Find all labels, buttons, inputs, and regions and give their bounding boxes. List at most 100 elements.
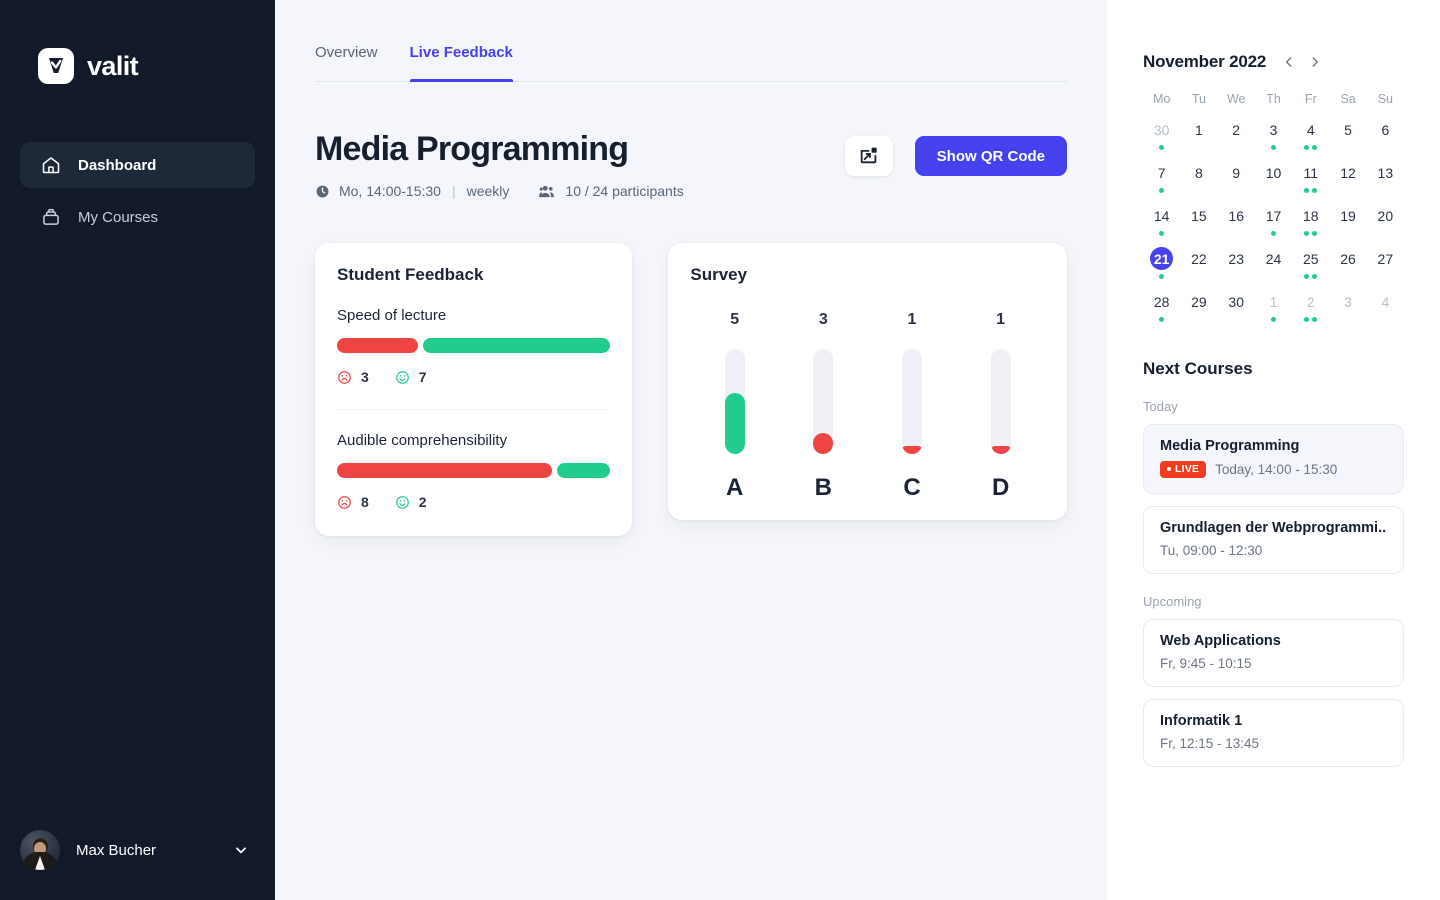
calendar-day[interactable]: 27 — [1374, 247, 1397, 270]
calendar-cell[interactable]: 19 — [1329, 204, 1366, 247]
calendar-cell[interactable]: 14 — [1143, 204, 1180, 247]
right-panel: November 2022 Mo Tu We Th Fr Sa Su 30 1 2 3 4 5 6 7 8 9 1… — [1107, 0, 1440, 900]
calendar-day[interactable]: 17 — [1262, 204, 1285, 227]
calendar-day[interactable]: 4 — [1299, 118, 1322, 141]
calendar-cell[interactable]: 20 — [1367, 204, 1404, 247]
sidebar-item-my-courses[interactable]: My Courses — [20, 194, 255, 240]
calendar-cell[interactable]: 2 — [1292, 290, 1329, 333]
calendar-cell[interactable]: 17 — [1255, 204, 1292, 247]
calendar-day[interactable]: 1 — [1187, 118, 1210, 141]
calendar-cell[interactable]: 10 — [1255, 161, 1292, 204]
calendar-day[interactable]: 2 — [1299, 290, 1322, 313]
calendar-cell[interactable]: 21 — [1143, 247, 1180, 290]
calendar-day[interactable]: 25 — [1299, 247, 1322, 270]
survey-bar-d: 1 D — [971, 311, 1031, 502]
feedback-bar-positive — [422, 338, 611, 353]
present-screen-button[interactable] — [844, 136, 893, 176]
calendar-cell[interactable]: 29 — [1180, 290, 1217, 333]
calendar-day[interactable]: 8 — [1187, 161, 1210, 184]
calendar-cell[interactable]: 24 — [1255, 247, 1292, 290]
calendar-cell[interactable]: 30 — [1143, 118, 1180, 161]
calendar-day[interactable]: 18 — [1299, 204, 1322, 227]
brand-logo[interactable]: valit — [0, 0, 275, 84]
calendar-day[interactable]: 3 — [1262, 118, 1285, 141]
calendar-day[interactable]: 16 — [1225, 204, 1248, 227]
calendar-day[interactable]: 11 — [1299, 161, 1322, 184]
calendar-event-dot — [1270, 231, 1276, 236]
calendar-cell[interactable]: 18 — [1292, 204, 1329, 247]
course-card[interactable]: Informatik 1 Fr, 12:15 - 13:45 — [1143, 699, 1404, 767]
calendar-day-today[interactable]: 21 — [1150, 247, 1174, 270]
calendar-cell[interactable]: 5 — [1329, 118, 1366, 161]
calendar-cell[interactable]: 1 — [1255, 290, 1292, 333]
calendar-day[interactable]: 10 — [1262, 161, 1285, 184]
calendar-cell[interactable]: 13 — [1367, 161, 1404, 204]
calendar-day-of-week: Th — [1266, 92, 1281, 106]
calendar-day[interactable]: 7 — [1150, 161, 1173, 184]
calendar-cell[interactable]: 23 — [1218, 247, 1255, 290]
chevron-right-icon[interactable] — [1306, 53, 1324, 71]
calendar-cell[interactable]: 4 — [1367, 290, 1404, 333]
calendar-day[interactable]: 26 — [1337, 247, 1360, 270]
calendar-day[interactable]: 30 — [1225, 290, 1248, 313]
calendar-cell[interactable]: 15 — [1180, 204, 1217, 247]
chevron-left-icon[interactable] — [1280, 53, 1298, 71]
calendar-cell[interactable]: 3 — [1329, 290, 1366, 333]
calendar-cell[interactable]: 8 — [1180, 161, 1217, 204]
calendar-day-of-week: Tu — [1191, 92, 1206, 106]
calendar-cell[interactable]: 22 — [1180, 247, 1217, 290]
feedback-bar-negative — [337, 338, 418, 353]
calendar-day[interactable]: 24 — [1262, 247, 1285, 270]
calendar-day[interactable]: 15 — [1187, 204, 1210, 227]
calendar-cell[interactable]: 9 — [1218, 161, 1255, 204]
calendar-cell[interactable]: 30 — [1218, 290, 1255, 333]
header-actions: Show QR Code — [844, 130, 1067, 176]
calendar-day[interactable]: 29 — [1187, 290, 1210, 313]
calendar-cell[interactable]: 28 — [1143, 290, 1180, 333]
calendar-day[interactable]: 30 — [1150, 118, 1173, 141]
calendar-day[interactable]: 22 — [1187, 247, 1210, 270]
user-name: Max Bucher — [76, 841, 157, 859]
feedback-item-label: Audible comprehensibility — [337, 432, 508, 449]
calendar-cell[interactable]: 6 — [1367, 118, 1404, 161]
calendar-cell[interactable]: 25 — [1292, 247, 1329, 290]
calendar-day[interactable]: 23 — [1225, 247, 1248, 270]
calendar-cell[interactable]: 1 — [1180, 118, 1217, 161]
calendar-day[interactable]: 2 — [1225, 118, 1248, 141]
schedule-text: Mo, 14:00-15:30 — [339, 183, 441, 199]
calendar-event-dots — [1304, 274, 1318, 280]
calendar-day[interactable]: 20 — [1374, 204, 1397, 227]
calendar-cell[interactable]: 12 — [1329, 161, 1366, 204]
positive-count-value: 7 — [418, 369, 427, 385]
calendar-cell[interactable]: 26 — [1329, 247, 1366, 290]
calendar-cell[interactable]: 3 — [1255, 118, 1292, 161]
calendar-cell[interactable]: 27 — [1367, 247, 1404, 290]
calendar-cell[interactable]: 7 — [1143, 161, 1180, 204]
calendar-cell[interactable]: 11 — [1292, 161, 1329, 204]
sidebar-item-dashboard[interactable]: Dashboard — [20, 142, 255, 188]
calendar-day[interactable]: 5 — [1337, 118, 1360, 141]
calendar-cell[interactable]: 4 — [1292, 118, 1329, 161]
tab-live-feedback[interactable]: Live Feedback — [409, 44, 514, 82]
main-content: Overview Live Feedback Media Programming… — [275, 0, 1107, 900]
course-card[interactable]: Grundlagen der Webprogrammi... Tu, 09:00 … — [1143, 506, 1404, 574]
calendar-day[interactable]: 9 — [1225, 161, 1248, 184]
chevron-down-icon[interactable] — [233, 842, 249, 858]
calendar-day[interactable]: 1 — [1262, 290, 1285, 313]
calendar-cell[interactable]: 2 — [1218, 118, 1255, 161]
tab-overview[interactable]: Overview — [315, 44, 378, 81]
calendar-day[interactable]: 13 — [1374, 161, 1397, 184]
calendar-day[interactable]: 14 — [1150, 204, 1173, 227]
calendar-day[interactable]: 19 — [1337, 204, 1360, 227]
calendar-day[interactable]: 3 — [1337, 290, 1360, 313]
calendar-cell[interactable]: 16 — [1218, 204, 1255, 247]
course-card[interactable]: Web Applications Fr, 9:45 - 10:15 — [1143, 619, 1404, 687]
calendar-day[interactable]: 4 — [1374, 290, 1397, 313]
calendar-day[interactable]: 12 — [1337, 161, 1360, 184]
user-menu[interactable]: Max Bucher — [0, 830, 275, 900]
calendar-day[interactable]: 6 — [1374, 118, 1397, 141]
show-qr-code-button[interactable]: Show QR Code — [914, 136, 1067, 176]
calendar-event-dot — [1304, 274, 1310, 279]
calendar-day[interactable]: 28 — [1150, 290, 1173, 313]
course-card[interactable]: Media Programming LIVE Today, 14:00 - 15:3… — [1143, 424, 1404, 494]
